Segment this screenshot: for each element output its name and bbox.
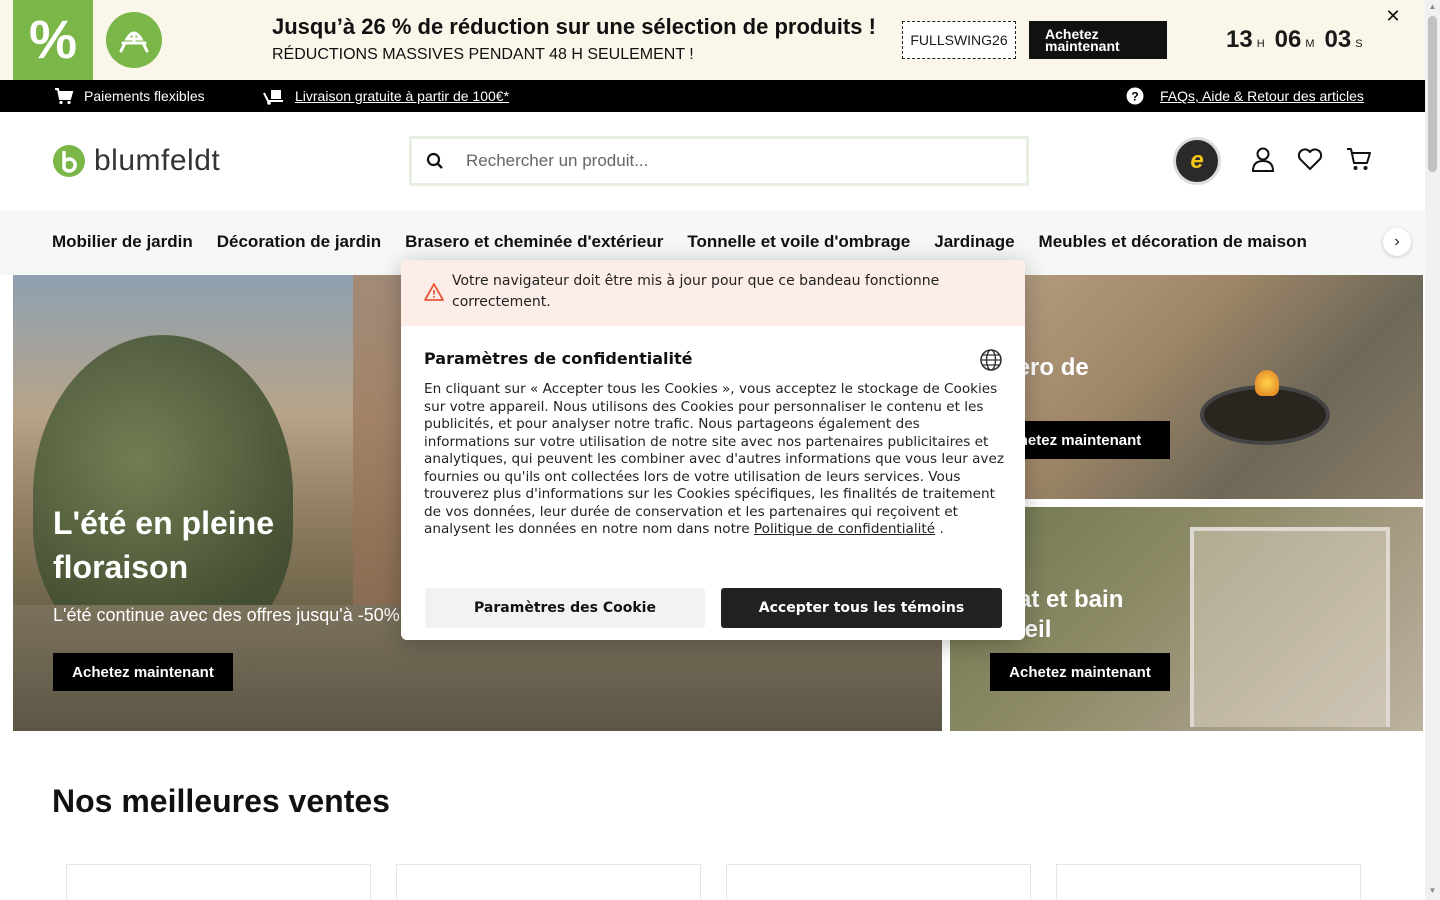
nav-item-garden-decoration[interactable]: Décoration de jardin	[217, 232, 381, 252]
nav-next-arrow-icon[interactable]: ›	[1383, 228, 1411, 256]
flexible-payments[interactable]: Paiements flexibles	[54, 87, 205, 105]
scroll-down-icon[interactable]: ▼	[1428, 886, 1437, 896]
close-icon[interactable]: ✕	[1383, 6, 1403, 26]
timer-hours-unit: H	[1256, 38, 1265, 50]
svg-text:?: ?	[1131, 90, 1138, 104]
tile-image-flames	[1255, 370, 1279, 396]
cookie-settings-button[interactable]: Paramètres des Cookie	[425, 588, 705, 628]
privacy-settings-title: Paramètres de confidentialité	[424, 349, 693, 368]
privacy-policy-link[interactable]: Politique de confidentialité	[754, 521, 935, 537]
nav-item-fire-pits[interactable]: Brasero et cheminée d'extérieur	[405, 232, 663, 252]
product-card[interactable]	[726, 864, 1031, 900]
cookie-consent-dialog: Votre navigateur doit être mis à jour po…	[401, 260, 1025, 640]
account-icon[interactable]	[1249, 145, 1277, 173]
shipping-label: Livraison gratuite à partir de 100€*	[295, 88, 510, 104]
countdown-timer: 13 H 06 M 03 S	[1226, 26, 1369, 54]
nav-item-garden-furniture[interactable]: Mobilier de jardin	[52, 232, 193, 252]
shopping-cart-icon[interactable]	[1345, 145, 1373, 173]
logo-icon	[53, 145, 85, 177]
logo-text: blumfeldt	[94, 144, 221, 177]
site-logo[interactable]: blumfeldt	[52, 144, 220, 178]
faq-link[interactable]: ? FAQs, Aide & Retour des articles	[1126, 87, 1364, 105]
browser-warning: Votre navigateur doit être mis à jour po…	[401, 260, 1025, 326]
search-input[interactable]	[466, 151, 1006, 171]
help-icon: ?	[1126, 87, 1144, 105]
warning-icon	[424, 283, 444, 301]
timer-minutes: 06	[1274, 26, 1302, 53]
promo-title: Jusqu’à 26 % de réduction sur une sélect…	[272, 14, 876, 39]
cookie-body-end: .	[935, 521, 944, 537]
nav-items: Mobilier de jardin Décoration de jardin …	[52, 232, 1307, 252]
info-bar: Paiements flexibles Livraison gratuite à…	[0, 80, 1425, 112]
cart-icon	[55, 88, 74, 105]
product-card[interactable]	[66, 864, 371, 900]
tile-image-daybed	[1190, 527, 1390, 727]
search-icon	[426, 152, 443, 169]
cookie-body-text: En cliquant sur « Accepter tous les Cook…	[424, 381, 1004, 537]
wishlist-heart-icon[interactable]	[1296, 145, 1324, 173]
percent-badge: %	[13, 0, 93, 80]
hero-shop-button[interactable]: Achetez maintenant	[53, 653, 233, 691]
promo-banner: % Jusqu’à 26 % de réduction sur une séle…	[0, 0, 1425, 80]
globe-language-icon[interactable]	[979, 348, 1003, 372]
promo-shop-button[interactable]: Achetez maintenant	[1029, 21, 1167, 59]
scroll-up-icon[interactable]: ▲	[1428, 2, 1437, 12]
delivery-icon	[263, 90, 283, 105]
site-header: blumfeldt e	[0, 112, 1425, 210]
promo-subtitle: RÉDUCTIONS MASSIVES PENDANT 48 H SEULEME…	[272, 46, 694, 63]
timer-minutes-unit: M	[1305, 38, 1315, 50]
free-shipping-link[interactable]: Livraison gratuite à partir de 100€*	[263, 87, 509, 105]
hero-title: L'été en pleine floraison	[53, 505, 274, 585]
search-box[interactable]	[409, 136, 1029, 186]
hero-subtitle: L'été continue avec des offres jusqu'à -…	[53, 605, 400, 625]
faq-label: FAQs, Aide & Retour des articles	[1160, 88, 1364, 104]
trusted-shops-badge[interactable]: e	[1173, 137, 1221, 185]
nav-item-gardening[interactable]: Jardinage	[934, 232, 1014, 252]
payments-label: Paiements flexibles	[84, 88, 205, 104]
warning-text: Votre navigateur doit être mis à jour po…	[452, 273, 940, 310]
tile-shop-button[interactable]: Achetez maintenant	[990, 653, 1170, 691]
nav-item-gazebos[interactable]: Tonnelle et voile d'ombrage	[687, 232, 910, 252]
nav-item-home-furniture[interactable]: Meubles et décoration de maison	[1039, 232, 1307, 252]
product-card[interactable]	[396, 864, 701, 900]
bestsellers-title: Nos meilleures ventes	[52, 783, 390, 819]
page-scrollbar[interactable]: ▲ ▼	[1425, 0, 1440, 900]
scroll-thumb[interactable]	[1428, 16, 1437, 172]
product-card[interactable]	[1056, 864, 1361, 900]
sunlounger-icon	[106, 12, 162, 68]
promo-code[interactable]: FULLSWING26	[902, 21, 1016, 59]
timer-seconds-unit: S	[1355, 38, 1363, 50]
accept-all-cookies-button[interactable]: Accepter tous les témoins	[721, 588, 1002, 628]
cookie-description: En cliquant sur « Accepter tous les Cook…	[424, 381, 1004, 539]
timer-hours: 13	[1226, 26, 1253, 53]
timer-seconds: 03	[1324, 26, 1352, 53]
